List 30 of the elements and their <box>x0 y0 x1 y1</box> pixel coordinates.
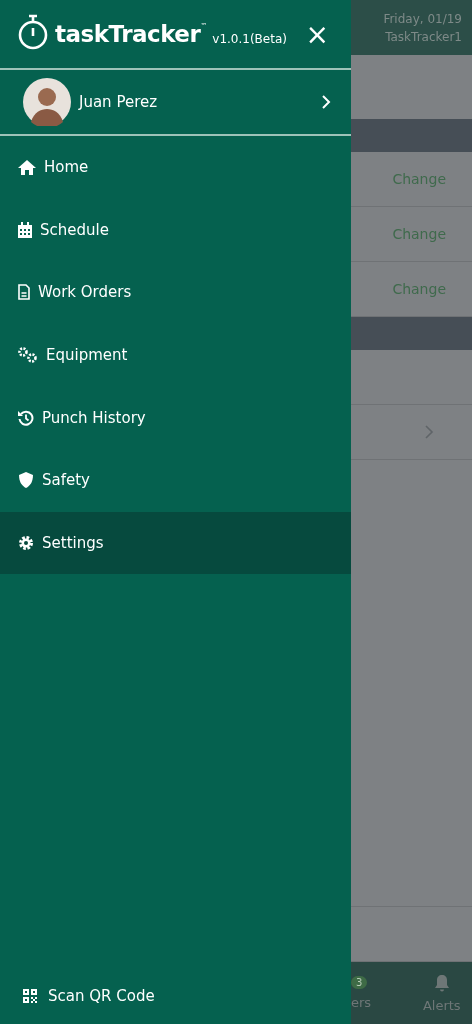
bell-icon <box>433 973 450 992</box>
document-icon <box>18 284 30 301</box>
nav-tab[interactable]: 3 ers <box>351 962 412 1024</box>
menu-item[interactable]: Punch History <box>0 386 351 449</box>
app-version: v1.0.1(Beta) <box>212 32 287 46</box>
header-date: Friday, 01/19 <box>383 11 462 26</box>
menu-item[interactable]: Work Orders <box>0 261 351 324</box>
stopwatch-icon <box>17 14 49 50</box>
count-badge: 3 <box>351 976 368 989</box>
scan-qr-button[interactable]: Scan QR Code <box>0 968 351 1024</box>
settings-icon <box>18 534 34 551</box>
qr-code-icon <box>23 989 37 1003</box>
close-button[interactable]: × <box>297 17 337 51</box>
profile-row[interactable]: Juan Perez <box>0 70 351 136</box>
avatar-icon <box>23 78 71 126</box>
home-icon <box>18 159 36 176</box>
menu-item[interactable]: Home <box>0 136 351 199</box>
chevron-right-icon <box>424 424 434 440</box>
menu-item[interactable]: Settings <box>0 511 351 575</box>
gears-icon <box>18 347 38 364</box>
header-account: TaskTracker1 <box>385 29 462 44</box>
app-name: taskTracker <box>55 21 201 47</box>
menu-item[interactable]: Schedule <box>0 198 351 262</box>
shield-icon <box>18 472 34 489</box>
history-icon <box>18 409 34 426</box>
user-name: Juan Perez <box>79 93 158 111</box>
menu-item[interactable]: Safety <box>0 448 351 512</box>
chevron-right-icon <box>321 94 331 110</box>
menu-item[interactable]: Equipment <box>0 323 351 387</box>
calendar-icon <box>18 221 32 238</box>
